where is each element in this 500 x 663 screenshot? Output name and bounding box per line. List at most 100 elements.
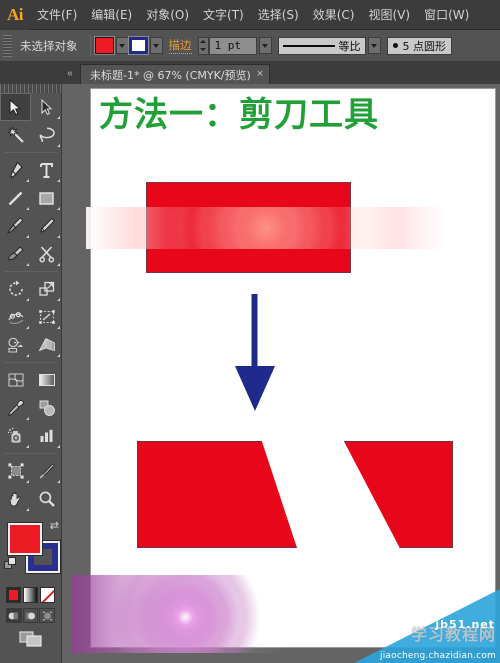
tool-flyout-indicator-icon (57, 144, 60, 147)
menu-effect[interactable]: 效果(C) (306, 0, 362, 30)
tool-flyout-indicator-icon (26, 480, 29, 483)
divider (4, 152, 58, 153)
menu-select[interactable]: 选择(S) (251, 0, 306, 30)
perspective-grid-tool[interactable] (31, 331, 62, 359)
hand-tool[interactable] (0, 485, 31, 513)
eyedropper-tool[interactable] (0, 394, 31, 422)
result-shape-left[interactable] (137, 441, 297, 548)
tool-flyout-indicator-icon (57, 207, 60, 210)
menu-object[interactable]: 对象(O) (139, 0, 196, 30)
brush-definition-label: 5 点圆形 (402, 39, 447, 53)
fill-color-swatch[interactable] (94, 37, 114, 54)
tool-flyout-indicator-icon (57, 326, 60, 329)
draw-normal-button[interactable] (6, 608, 22, 623)
zoom-tool[interactable] (31, 485, 62, 513)
menu-type[interactable]: 文字(T) (196, 0, 251, 30)
selection-tool[interactable] (0, 93, 31, 121)
screen-mode-button[interactable] (18, 629, 44, 654)
menu-window[interactable]: 窗口(W) (417, 0, 476, 30)
stroke-weight-dropdown-arrow-icon[interactable] (258, 37, 272, 54)
tool-flyout-indicator-icon (26, 298, 29, 301)
width-tool[interactable] (0, 303, 31, 331)
pencil-tool[interactable] (31, 212, 62, 240)
brush-definition-combo[interactable]: 5 点圆形 (386, 36, 452, 55)
color-mode-button[interactable] (6, 587, 21, 603)
close-icon[interactable]: × (257, 69, 263, 80)
free-transform-tool[interactable] (31, 303, 62, 331)
collapse-panel-icon[interactable]: « (62, 62, 78, 84)
artboard[interactable]: 方法一：剪刀工具 (86, 88, 496, 648)
width-profile-combo[interactable]: 等比 (277, 36, 366, 55)
swap-fill-stroke-icon[interactable]: ⇄ (50, 519, 59, 532)
symbol-sprayer-tool[interactable] (0, 422, 31, 450)
magic-wand-tool[interactable] (0, 121, 31, 149)
pen-tool[interactable] (0, 156, 31, 184)
down-arrow[interactable] (233, 294, 277, 412)
stroke-weight-stepper[interactable] (197, 36, 209, 55)
tools-group-paint (0, 366, 62, 450)
paintbrush-tool[interactable] (0, 212, 31, 240)
gradient-mode-button[interactable] (23, 587, 38, 603)
tool-flyout-indicator-icon (57, 354, 60, 357)
tools-group-selection (0, 93, 62, 149)
tool-flyout-indicator-icon (57, 298, 60, 301)
blob-brush-tool[interactable] (0, 240, 31, 268)
lasso-tool[interactable] (31, 121, 62, 149)
tool-flyout-indicator-icon (26, 179, 29, 182)
document-tab-label: 未标题-1* @ 67% (CMYK/预览) (90, 68, 251, 82)
rectangle-tool[interactable] (31, 184, 62, 212)
canvas-scroll-region[interactable]: 方法一：剪刀工具 (62, 84, 500, 663)
mesh-tool[interactable] (0, 366, 31, 394)
illustrator-window: Ai 文件(F) 编辑(E) 对象(O) 文字(T) 选择(S) 效果(C) 视… (0, 0, 500, 663)
menu-file[interactable]: 文件(F) (30, 0, 84, 30)
tool-flyout-indicator-icon (26, 445, 29, 448)
draw-behind-button[interactable] (22, 608, 39, 623)
fill-swatch-large[interactable] (7, 522, 43, 556)
color-mode-bar (0, 585, 61, 605)
stroke-weight-field[interactable]: 1 pt (208, 36, 257, 55)
stroke-panel-link[interactable]: 描边 (168, 37, 192, 54)
document-tab[interactable]: 未标题-1* @ 67% (CMYK/预览) × (80, 64, 271, 84)
app-logo-icon: Ai (0, 0, 30, 30)
tools-group-navigate (0, 457, 62, 513)
default-fill-box (8, 557, 16, 565)
stroke-color-swatch[interactable] (128, 37, 148, 54)
screen-mode-bar (0, 623, 61, 654)
blend-tool[interactable] (31, 394, 62, 422)
divider (4, 271, 58, 272)
gradient-tool[interactable] (31, 366, 62, 394)
type-tool[interactable] (31, 156, 62, 184)
none-mode-button[interactable] (40, 587, 55, 603)
tool-flyout-indicator-icon (26, 508, 29, 511)
column-graph-tool[interactable] (31, 422, 62, 450)
slice-tool[interactable] (31, 457, 62, 485)
fill-dropdown-arrow-icon[interactable] (115, 37, 129, 54)
stroke-dropdown-arrow-icon[interactable] (149, 37, 163, 54)
divider (89, 34, 91, 57)
control-bar-grip[interactable] (3, 34, 12, 57)
tools-group-draw (0, 156, 62, 268)
selection-status-label: 未选择对象 (20, 38, 78, 53)
menu-edit[interactable]: 编辑(E) (84, 0, 139, 30)
direct-selection-tool[interactable] (31, 93, 62, 121)
artboard-tool[interactable] (0, 457, 31, 485)
width-profile-dropdown-arrow-icon[interactable] (367, 37, 381, 54)
document-canvas-area[interactable]: 方法一：剪刀工具 学习教程网 jb51.net jiaocheng.chazid… (62, 84, 500, 663)
result-shape-right[interactable] (343, 441, 453, 548)
scale-tool[interactable] (31, 275, 62, 303)
width-profile-preview-icon (282, 44, 335, 47)
shape-builder-tool[interactable] (0, 331, 31, 359)
scissors-tool[interactable] (31, 240, 62, 268)
menu-view[interactable]: 视图(V) (361, 0, 417, 30)
tools-panel-grip[interactable] (0, 84, 61, 93)
rotate-tool[interactable] (0, 275, 31, 303)
default-fill-stroke-icon[interactable] (4, 557, 17, 570)
draw-inside-button[interactable] (39, 608, 56, 623)
draw-mode-bar (0, 605, 61, 623)
tools-group-transform (0, 275, 62, 359)
source-rectangle[interactable] (146, 182, 351, 273)
tools-panel: ⇄ (0, 84, 62, 663)
line-segment-tool[interactable] (0, 184, 31, 212)
menu-bar: Ai 文件(F) 编辑(E) 对象(O) 文字(T) 选择(S) 效果(C) 视… (0, 0, 500, 30)
control-bar: 未选择对象 描边 1 pt 等比 5 点圆形 (0, 30, 500, 62)
